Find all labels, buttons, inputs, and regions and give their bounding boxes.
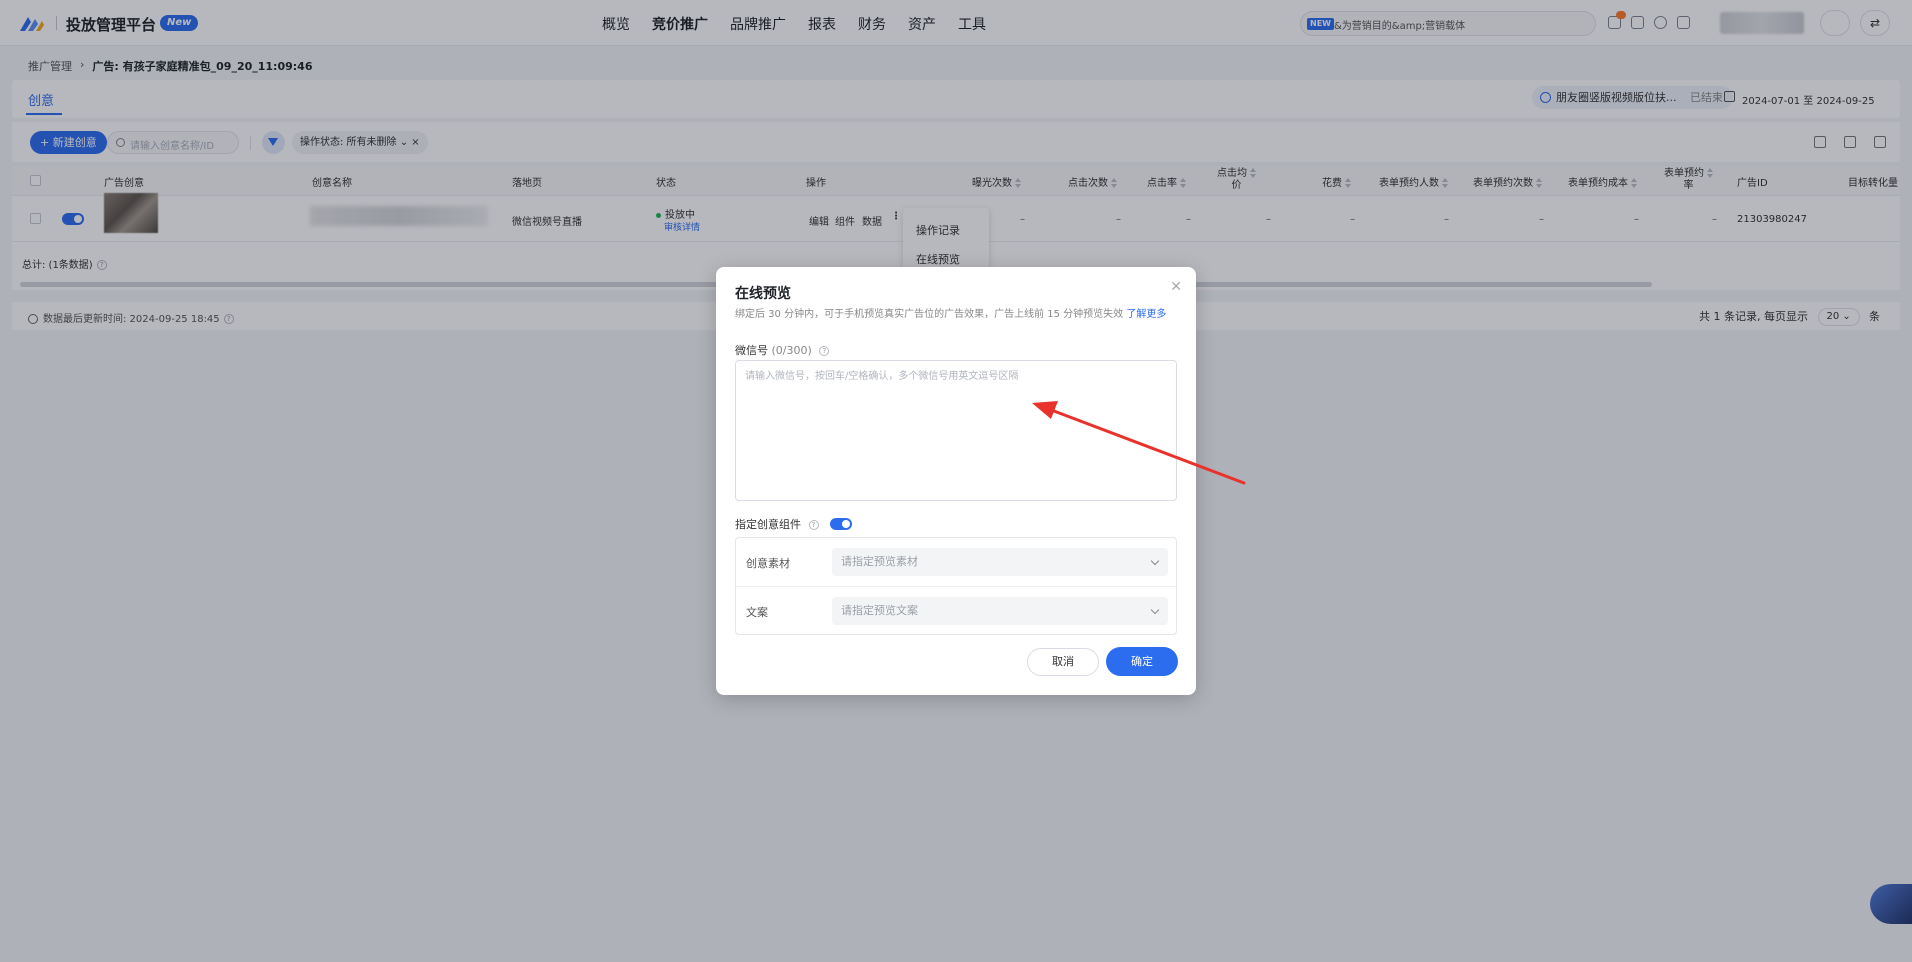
cancel-button[interactable]: 取消 bbox=[1027, 648, 1099, 676]
assistant-bot-icon[interactable] bbox=[1870, 884, 1912, 924]
copy-select[interactable]: 请指定预览文案 bbox=[832, 597, 1168, 625]
help-icon[interactable]: ? bbox=[808, 520, 819, 530]
material-placeholder: 请指定预览素材 bbox=[841, 555, 918, 568]
modal-subtitle: 绑定后 30 分钟内，可于手机预览真实广告位的广告效果，广告上线前 15 分钟预… bbox=[735, 305, 1166, 320]
divider bbox=[736, 586, 1176, 587]
wechat-label-text: 微信号 bbox=[735, 344, 768, 357]
modal-title: 在线预览 bbox=[735, 286, 791, 302]
wechat-count: (0/300) bbox=[771, 344, 812, 357]
wechat-label: 微信号 (0/300) ? bbox=[735, 342, 830, 358]
material-select[interactable]: 请指定预览素材 bbox=[832, 548, 1168, 576]
help-icon[interactable]: ? bbox=[819, 346, 830, 356]
material-label: 创意素材 bbox=[746, 557, 790, 570]
component-box: 创意素材 请指定预览素材 文案 请指定预览文案 bbox=[735, 537, 1177, 635]
chevron-down-icon bbox=[1150, 556, 1160, 566]
component-label: 指定创意组件 ? bbox=[735, 516, 819, 532]
copy-label: 文案 bbox=[746, 606, 768, 619]
close-icon[interactable]: ✕ bbox=[1170, 279, 1182, 295]
component-toggle[interactable] bbox=[830, 518, 852, 530]
confirm-button[interactable]: 确定 bbox=[1106, 647, 1178, 676]
wechat-id-input[interactable] bbox=[735, 360, 1177, 501]
component-label-text: 指定创意组件 bbox=[735, 518, 801, 531]
copy-placeholder: 请指定预览文案 bbox=[841, 604, 918, 617]
learn-more-link[interactable]: 了解更多 bbox=[1126, 309, 1166, 320]
modal-subtitle-text: 绑定后 30 分钟内，可于手机预览真实广告位的广告效果，广告上线前 15 分钟预… bbox=[735, 309, 1124, 320]
online-preview-modal: 在线预览 ✕ 绑定后 30 分钟内，可于手机预览真实广告位的广告效果，广告上线前… bbox=[716, 267, 1196, 695]
chevron-down-icon bbox=[1150, 605, 1160, 615]
